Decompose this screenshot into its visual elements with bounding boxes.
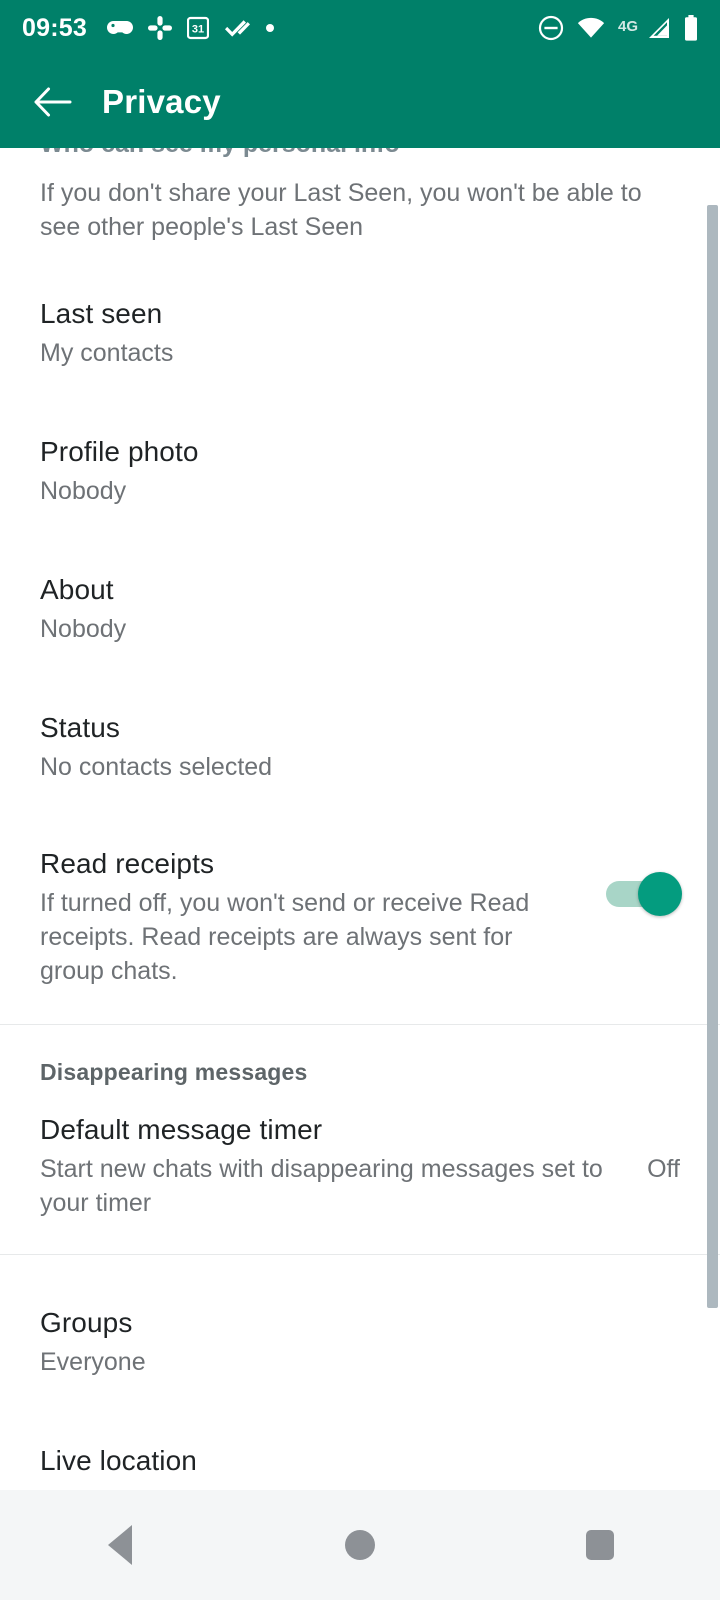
status-bar-clock: 09:53	[22, 13, 87, 42]
section-header-disappearing-messages: Disappearing messages	[40, 1059, 308, 1085]
row-subtitle: Start new chats with disappearing messag…	[40, 1155, 603, 1217]
double-check-icon	[224, 20, 250, 37]
setting-row-live-location[interactable]: Live location None	[0, 1409, 720, 1490]
battery-icon	[685, 15, 697, 41]
setting-row-groups[interactable]: Groups Everyone	[0, 1255, 720, 1409]
row-texts: Read receipts If turned off, you won't s…	[40, 846, 586, 988]
row-texts: Default message timer Start new chats wi…	[40, 1112, 625, 1220]
setting-row-read-receipts[interactable]: Read receipts If turned off, you won't s…	[0, 814, 720, 1024]
setting-row-profile-photo[interactable]: Profile photo Nobody	[0, 400, 720, 538]
android-navigation-bar	[0, 1490, 720, 1600]
row-title: Last seen	[40, 298, 163, 329]
do-not-disturb-icon	[538, 15, 564, 41]
row-texts: Groups Everyone	[40, 1305, 680, 1379]
nav-back-button[interactable]	[0, 1490, 240, 1600]
row-texts: Profile photo Nobody	[40, 434, 680, 508]
nav-home-icon	[345, 1530, 375, 1560]
row-texts: Status No contacts selected	[40, 710, 680, 784]
row-subtitle: No contacts selected	[40, 753, 273, 781]
status-bar-notification-icons: 31	[106, 16, 275, 40]
row-title: Live location	[40, 1445, 197, 1476]
setting-row-default-message-timer[interactable]: Default message timer Start new chats wi…	[0, 1086, 720, 1254]
personal-info-note: If you don't share your Last Seen, you w…	[40, 179, 642, 241]
page-title: Privacy	[102, 83, 221, 120]
row-texts: About Nobody	[40, 572, 680, 646]
setting-row-last-seen[interactable]: Last seen My contacts	[0, 244, 720, 400]
row-value: Off	[647, 1155, 680, 1183]
read-receipts-toggle[interactable]	[606, 872, 682, 916]
status-bar-system-icons: 4G	[538, 15, 698, 41]
row-title: Profile photo	[40, 436, 199, 467]
row-title: Groups	[40, 1307, 133, 1338]
nav-back-icon	[108, 1525, 132, 1565]
row-title: Default message timer	[40, 1114, 323, 1145]
dot-icon	[265, 24, 274, 32]
row-subtitle: None	[40, 1483, 680, 1490]
nav-recents-icon	[586, 1530, 614, 1560]
row-subtitle: Nobody	[40, 615, 127, 643]
row-texts: Last seen My contacts	[40, 296, 680, 370]
nav-recents-button[interactable]	[480, 1490, 720, 1600]
back-arrow-icon	[34, 87, 72, 117]
slack-icon	[147, 16, 172, 40]
status-bar: 09:53 31 4G	[0, 0, 720, 56]
nav-home-button[interactable]	[240, 1490, 480, 1600]
network-type-label: 4G	[617, 18, 638, 35]
svg-text:31: 31	[192, 23, 204, 35]
calendar-31-icon: 31	[186, 16, 209, 40]
toggle-thumb	[638, 872, 682, 916]
settings-scroll-container[interactable]: Who can see my personal info If you don'…	[0, 148, 720, 1490]
signal-icon	[649, 18, 669, 38]
row-subtitle: If turned off, you won't send or receive…	[40, 889, 530, 985]
setting-row-status[interactable]: Status No contacts selected	[0, 676, 720, 814]
row-subtitle: My contacts	[40, 339, 174, 367]
game-controller-icon	[106, 21, 133, 34]
phone-screen: 09:53 31 4G Privacy If you don't share y…	[0, 0, 720, 1600]
row-title: Status	[40, 712, 120, 743]
vertical-scrollbar[interactable]	[707, 205, 718, 1308]
back-button[interactable]	[26, 76, 78, 128]
row-title: Read receipts	[40, 848, 215, 879]
row-subtitle: Nobody	[40, 477, 127, 505]
row-texts: Live location None	[40, 1443, 680, 1490]
setting-row-about[interactable]: About Nobody	[0, 538, 720, 676]
wifi-icon	[577, 17, 605, 38]
section-header-personal-info: Who can see my personal info	[40, 148, 400, 159]
row-subtitle: Everyone	[40, 1348, 146, 1376]
row-title: About	[40, 574, 114, 605]
app-bar: Privacy	[0, 56, 720, 148]
